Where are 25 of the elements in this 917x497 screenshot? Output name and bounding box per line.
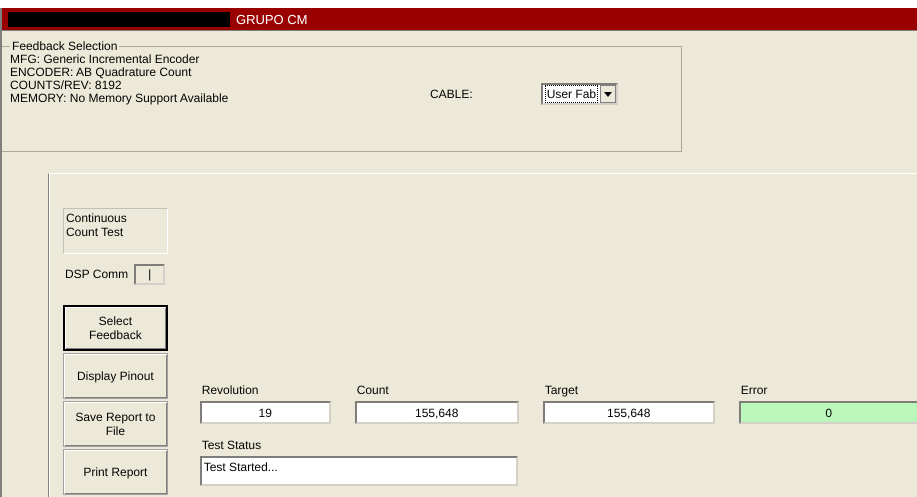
action-button[interactable]: Select Feedback xyxy=(63,305,168,351)
readout-field: 155,648 xyxy=(354,401,519,424)
readout-field: 0 xyxy=(738,401,917,424)
test-status-field: Test Started... xyxy=(200,456,518,486)
readout-label: Revolution xyxy=(200,383,260,399)
action-button[interactable]: Display Pinout xyxy=(63,353,168,399)
cable-label: CABLE: xyxy=(430,87,473,101)
readout-label: Target xyxy=(544,383,580,399)
dsp-comm-indicator: | xyxy=(134,264,166,284)
test-name-label: Continuous Count Test xyxy=(63,208,168,254)
test-status-label: Test Status xyxy=(200,438,262,454)
feedback-info-text: MEMORY: No Memory Support Available xyxy=(10,92,230,105)
readout-label: Error xyxy=(740,383,768,399)
dsp-comm-label: DSP Comm xyxy=(65,267,128,281)
readout-label: Count xyxy=(356,383,390,399)
group-title: Feedback Selection xyxy=(11,39,118,53)
feedback-info-text: MFG: Generic Incremental Encoder xyxy=(10,53,200,66)
feedback-info-text: ENCODER: AB Quadrature Count xyxy=(10,66,192,79)
readout-field: 19 xyxy=(200,401,331,424)
feedback-info-text: COUNTS/REV: 8192 xyxy=(10,79,122,92)
cable-dropdown[interactable]: User Fab xyxy=(540,83,618,105)
action-button[interactable]: Save Report to File xyxy=(63,401,168,447)
window-title: GRUPO CM xyxy=(236,12,308,26)
readout-field: 155,648 xyxy=(542,401,715,424)
action-button[interactable]: Print Report xyxy=(63,449,168,495)
